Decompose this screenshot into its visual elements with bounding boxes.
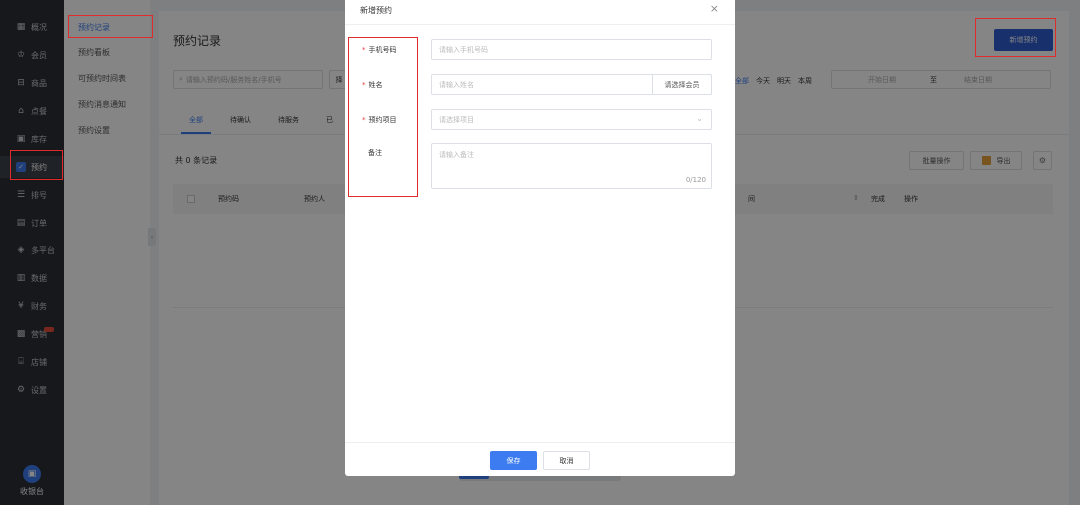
chevron-down-icon: ⌄ bbox=[696, 114, 703, 123]
name-placeholder: 请输入姓名 bbox=[439, 80, 474, 89]
close-icon[interactable]: × bbox=[710, 2, 719, 15]
service-placeholder: 请选择项目 bbox=[439, 115, 474, 124]
note-char-count: 0/120 bbox=[685, 176, 706, 184]
cancel-button[interactable]: 取消 bbox=[543, 451, 590, 470]
name-input[interactable]: 请输入姓名 请选择会员 bbox=[431, 74, 712, 95]
highlight-box-nav bbox=[10, 150, 63, 180]
note-textarea[interactable]: 请输入备注 0/120 bbox=[431, 143, 712, 189]
highlight-box-new-button bbox=[975, 18, 1056, 57]
phone-input[interactable]: 请输入手机号码 bbox=[431, 39, 712, 60]
choose-member-button[interactable]: 请选择会员 bbox=[652, 74, 712, 95]
service-select[interactable]: 请选择项目 ⌄ bbox=[431, 109, 712, 130]
dialog-header-divider bbox=[345, 24, 735, 25]
highlight-box-subnav bbox=[68, 15, 153, 38]
dialog-footer-divider bbox=[345, 442, 735, 443]
phone-placeholder: 请输入手机号码 bbox=[439, 45, 488, 54]
save-button[interactable]: 保存 bbox=[490, 451, 537, 470]
note-placeholder: 请输入备注 bbox=[439, 151, 474, 159]
dialog-title: 新增预约 bbox=[360, 6, 392, 15]
highlight-box-form-labels bbox=[348, 37, 418, 197]
